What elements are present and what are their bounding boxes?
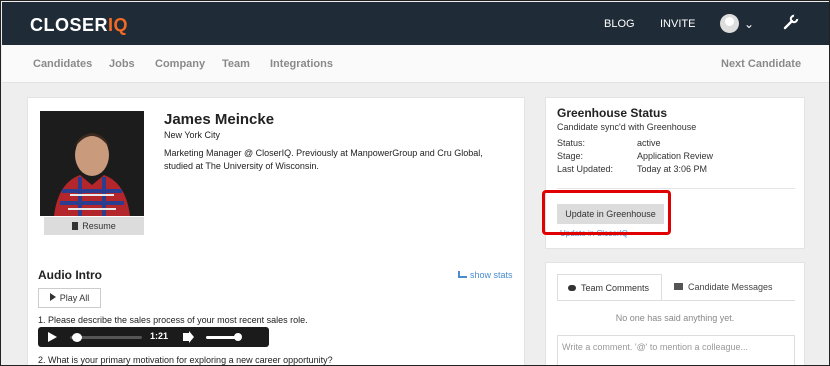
volume-handle[interactable] [234, 333, 242, 341]
divider [557, 188, 795, 189]
audio-question: 2. What is your primary motivation for e… [38, 355, 333, 365]
tab-team-comments[interactable]: Team Comments [557, 274, 662, 301]
highlight-box [542, 190, 671, 235]
candidate-photo [40, 111, 144, 216]
bar-chart-icon [458, 271, 467, 278]
stage-row: Stage: Application Review [557, 151, 714, 161]
tab-integrations[interactable]: Integrations [270, 58, 333, 70]
chevron-down-icon[interactable]: ⌄ [744, 17, 754, 31]
greenhouse-title: Greenhouse Status [557, 106, 668, 120]
status-row: Status: active [557, 138, 661, 148]
comments-card: Team Comments Candidate Messages No one … [545, 262, 805, 365]
volume-icon[interactable] [183, 333, 189, 341]
audio-duration: 1:21 [150, 331, 169, 341]
play-icon[interactable] [48, 332, 57, 342]
comment-input[interactable]: Write a comment. '@' to mention a collea… [557, 335, 795, 365]
audio-intro-heading: Audio Intro [38, 268, 102, 282]
tab-team[interactable]: Team [222, 58, 250, 70]
document-icon [72, 222, 79, 230]
next-candidate-link[interactable]: Next Candidate [721, 58, 801, 70]
play-all-button[interactable]: Play All [38, 288, 101, 308]
closeriq-logo[interactable]: CLOSERIQ [30, 15, 128, 36]
candidate-name: James Meincke [164, 111, 275, 128]
audio-player: 1:21 [38, 327, 269, 347]
greenhouse-subtitle: Candidate sync'd with Greenhouse [557, 122, 697, 132]
seek-handle[interactable] [72, 333, 82, 342]
tab-underline [557, 300, 795, 301]
empty-comments-message: No one has said anything yet. [615, 313, 735, 323]
tab-candidates[interactable]: Candidates [33, 58, 92, 70]
resume-button[interactable]: Resume [44, 217, 144, 235]
audio-question: 1. Please describe the sales process of … [38, 315, 308, 325]
candidate-profile-card: Resume James Meincke New York City Marke… [27, 97, 525, 365]
tab-jobs[interactable]: Jobs [109, 58, 135, 70]
tab-candidate-messages[interactable]: Candidate Messages [674, 274, 773, 301]
volume-slider[interactable] [206, 336, 236, 339]
blog-link[interactable]: BLOG [604, 18, 635, 30]
play-icon [49, 293, 56, 301]
secondary-nav: Candidates Jobs Company Team Integration… [2, 45, 829, 83]
candidate-location: New York City [164, 130, 221, 140]
invite-link[interactable]: INVITE [660, 18, 695, 30]
last-updated-row: Last Updated: Today at 3:06 PM [557, 164, 708, 174]
show-stats-link[interactable]: show stats [458, 270, 513, 280]
top-navbar: CLOSERIQ BLOG INVITE ⌄ [2, 2, 829, 45]
comment-icon [568, 285, 576, 291]
user-avatar[interactable] [720, 14, 739, 33]
app-window: CLOSERIQ BLOG INVITE ⌄ Candidates Jobs C… [0, 0, 830, 366]
wrench-icon[interactable] [783, 14, 799, 30]
candidate-bio: Marketing Manager @ CloserIQ. Previously… [164, 148, 483, 171]
tab-company[interactable]: Company [155, 58, 205, 70]
envelope-icon [674, 283, 683, 290]
